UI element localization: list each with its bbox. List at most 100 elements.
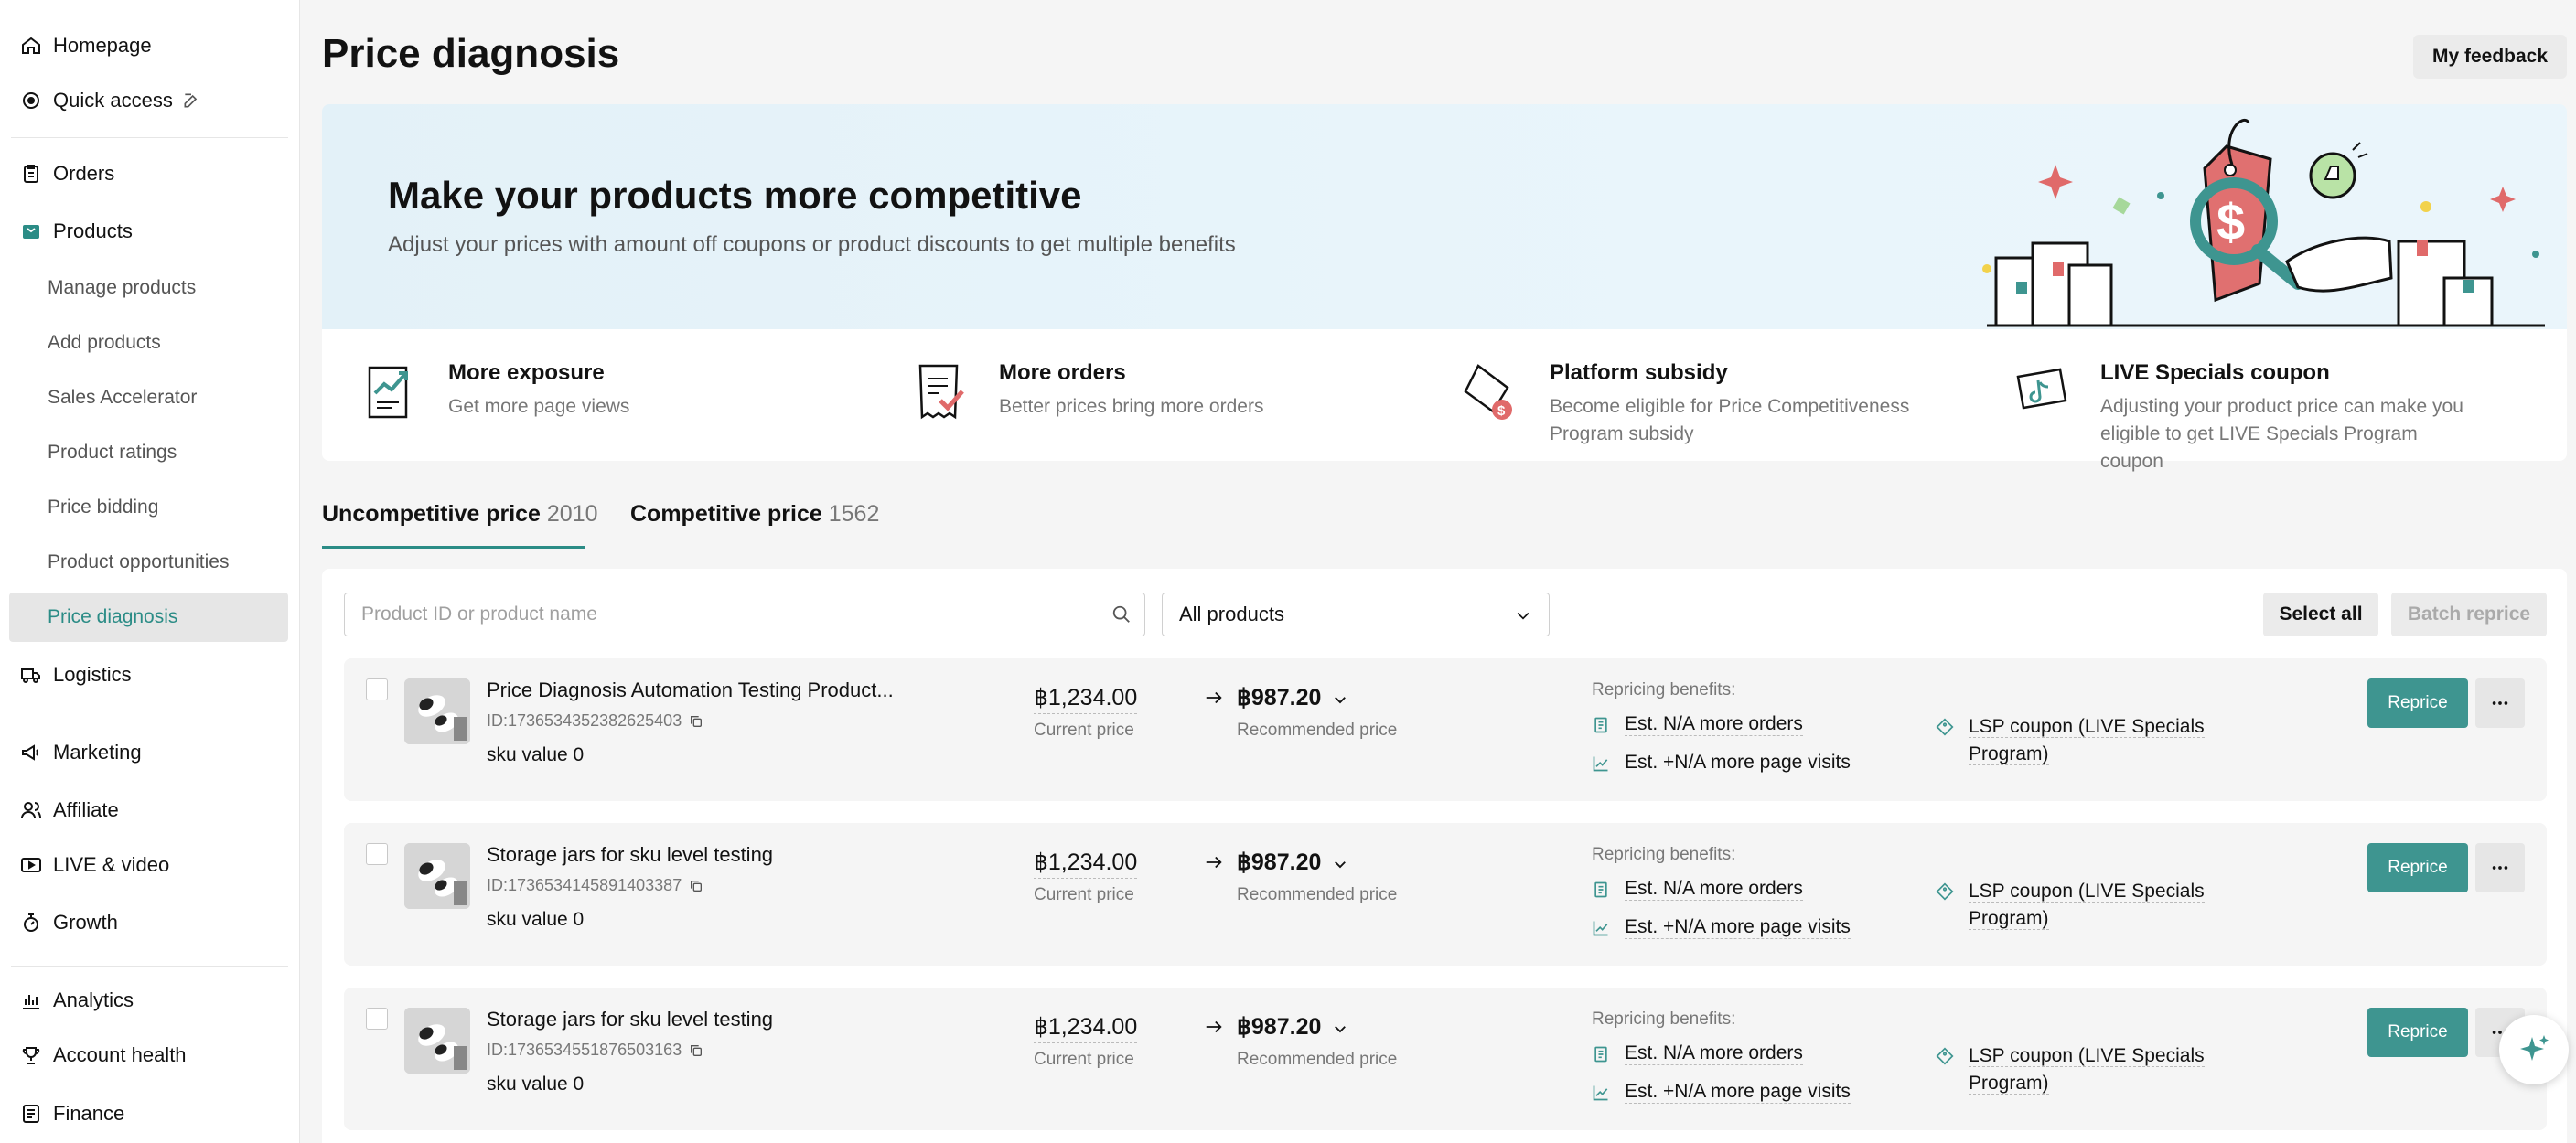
trend-icon: [1593, 756, 1608, 771]
sidebar-sub-product-opportunities[interactable]: Product opportunities: [9, 538, 288, 587]
ai-assistant-button[interactable]: [2499, 1015, 2569, 1084]
sidebar-item-affiliate[interactable]: Affiliate: [0, 785, 300, 836]
chevron-down-icon[interactable]: [1332, 1020, 1348, 1037]
copy-icon[interactable]: [689, 714, 703, 729]
sparkle-icon: [2520, 1035, 2549, 1061]
more-actions-button[interactable]: [2475, 678, 2525, 728]
sidebar-item-live-video[interactable]: LIVE & video: [0, 839, 300, 891]
sidebar-sub-add-products[interactable]: Add products: [9, 318, 288, 368]
lsp-coupon-text[interactable]: LSP coupon (LIVE Specials Program): [1969, 1042, 2234, 1097]
product-filter-select[interactable]: All products: [1162, 593, 1550, 636]
lsp-line-2: Program): [1969, 1073, 2049, 1095]
tab-label: Competitive price: [630, 501, 822, 527]
search-input[interactable]: [361, 593, 1093, 636]
trophy-icon: [20, 1044, 42, 1066]
orders-icon: [20, 163, 42, 185]
recommended-price[interactable]: ฿987.20: [1237, 684, 1321, 711]
sidebar-item-label: Homepage: [53, 34, 152, 57]
search-box: [344, 593, 1145, 636]
sidebar-item-account-health[interactable]: Account health: [0, 1030, 300, 1081]
current-price[interactable]: ฿1,234.00: [1034, 1013, 1138, 1043]
product-name[interactable]: Price Diagnosis Automation Testing Produ…: [487, 678, 894, 702]
sidebar-sub-price-diagnosis[interactable]: Price diagnosis: [9, 593, 288, 642]
table-row: Storage jars for sku level testing ID:17…: [344, 823, 2547, 966]
active-tab-indicator: [322, 546, 585, 549]
chevron-down-icon[interactable]: [1332, 691, 1348, 708]
lsp-coupon-text[interactable]: LSP coupon (LIVE Specials Program): [1969, 878, 2234, 933]
sidebar-item-growth[interactable]: Growth: [0, 897, 300, 948]
tab-uncompetitive-price[interactable]: Uncompetitive price 2010: [322, 501, 598, 528]
benefit-title: LIVE Specials coupon: [2100, 360, 2330, 385]
sidebar-item-label: Account health: [53, 1043, 187, 1066]
row-checkbox[interactable]: [366, 1008, 388, 1030]
benefit-desc: Become eligible for Price Competitivenes…: [1550, 396, 1910, 444]
chart-document-icon: [368, 366, 408, 419]
sidebar-item-logistics[interactable]: Logistics: [0, 649, 300, 700]
benefit-visits-text[interactable]: Est. +N/A more page visits: [1625, 1081, 1851, 1104]
recommended-price-label: Recommended price: [1237, 721, 1398, 740]
sidebar-item-products[interactable]: Products: [0, 206, 300, 257]
repricing-benefits-label: Repricing benefits:: [1592, 1009, 1736, 1029]
product-name[interactable]: Storage jars for sku level testing: [487, 1008, 773, 1031]
product-name[interactable]: Storage jars for sku level testing: [487, 843, 773, 867]
tab-competitive-price[interactable]: Competitive price 1562: [630, 501, 879, 528]
benefit-orders: Est. N/A more orders: [1592, 713, 1803, 736]
reprice-button[interactable]: Reprice: [2367, 1008, 2468, 1057]
receipt-check-icon: [918, 364, 964, 420]
chevron-down-icon[interactable]: [1332, 856, 1348, 872]
sidebar-sub-sales-accelerator[interactable]: Sales Accelerator: [9, 373, 288, 422]
sidebar-item-finance[interactable]: Finance: [0, 1088, 300, 1139]
edit-icon[interactable]: [182, 91, 200, 110]
current-price[interactable]: ฿1,234.00: [1034, 849, 1138, 879]
recommended-price[interactable]: ฿987.20: [1237, 849, 1321, 876]
more-horizontal-icon: [2492, 701, 2508, 705]
current-price[interactable]: ฿1,234.00: [1034, 684, 1138, 714]
product-thumbnail[interactable]: [404, 843, 470, 909]
product-sku: sku value 0: [487, 1074, 585, 1095]
benefit-more-exposure: More exposure Get more page views: [322, 358, 834, 450]
product-thumbnail[interactable]: [404, 678, 470, 744]
table-row: Price Diagnosis Automation Testing Produ…: [344, 658, 2547, 801]
reprice-button[interactable]: Reprice: [2367, 678, 2468, 728]
search-icon[interactable]: [1111, 604, 1132, 625]
diamond-tag-icon: [1936, 1047, 1954, 1065]
benefit-orders-text[interactable]: Est. N/A more orders: [1625, 878, 1803, 901]
document-icon: [1594, 717, 1607, 732]
sidebar-sub-manage-products[interactable]: Manage products: [9, 263, 288, 313]
benefit-desc: Better prices bring more orders: [999, 396, 1264, 417]
lsp-coupon-benefit: LSP coupon (LIVE Specials Program): [1936, 713, 2234, 768]
benefit-orders-text[interactable]: Est. N/A more orders: [1625, 713, 1803, 736]
product-thumbnail[interactable]: [404, 1008, 470, 1074]
more-actions-button[interactable]: [2475, 843, 2525, 892]
banner-subtitle: Adjust your prices with amount off coupo…: [388, 232, 1236, 257]
sidebar-sub-product-ratings[interactable]: Product ratings: [9, 428, 288, 477]
row-checkbox[interactable]: [366, 843, 388, 865]
sidebar-item-orders[interactable]: Orders: [0, 148, 300, 199]
recommended-price[interactable]: ฿987.20: [1237, 1013, 1321, 1041]
copy-icon[interactable]: [689, 879, 703, 893]
lsp-coupon-text[interactable]: LSP coupon (LIVE Specials Program): [1969, 713, 2234, 768]
sidebar-item-homepage[interactable]: Homepage: [0, 20, 300, 71]
product-sku: sku value 0: [487, 744, 585, 765]
subsidy-coupon-icon: $: [1464, 364, 1512, 420]
benefit-visits-text[interactable]: Est. +N/A more page visits: [1625, 752, 1851, 774]
sidebar-item-analytics[interactable]: Analytics: [0, 975, 300, 1026]
benefit-visits-text[interactable]: Est. +N/A more page visits: [1625, 916, 1851, 939]
batch-reprice-button[interactable]: Batch reprice: [2391, 593, 2547, 636]
sidebar-item-label: Affiliate: [53, 798, 119, 821]
lsp-line-1: LSP coupon (LIVE Specials: [1969, 1045, 2205, 1067]
trend-icon: [1593, 921, 1608, 935]
select-all-button[interactable]: Select all: [2263, 593, 2378, 636]
select-value: All products: [1179, 603, 1284, 625]
my-feedback-button[interactable]: My feedback: [2413, 35, 2567, 79]
sidebar-item-quick-access[interactable]: Quick access: [0, 75, 300, 126]
recommended-price-label: Recommended price: [1237, 1050, 1398, 1069]
home-icon: [20, 35, 42, 57]
row-checkbox[interactable]: [366, 678, 388, 700]
benefit-orders: Est. N/A more orders: [1592, 1042, 1803, 1065]
copy-icon[interactable]: [689, 1043, 703, 1058]
sidebar-sub-price-bidding[interactable]: Price bidding: [9, 483, 288, 532]
sidebar-item-marketing[interactable]: Marketing: [0, 727, 300, 778]
reprice-button[interactable]: Reprice: [2367, 843, 2468, 892]
benefit-orders-text[interactable]: Est. N/A more orders: [1625, 1042, 1803, 1065]
